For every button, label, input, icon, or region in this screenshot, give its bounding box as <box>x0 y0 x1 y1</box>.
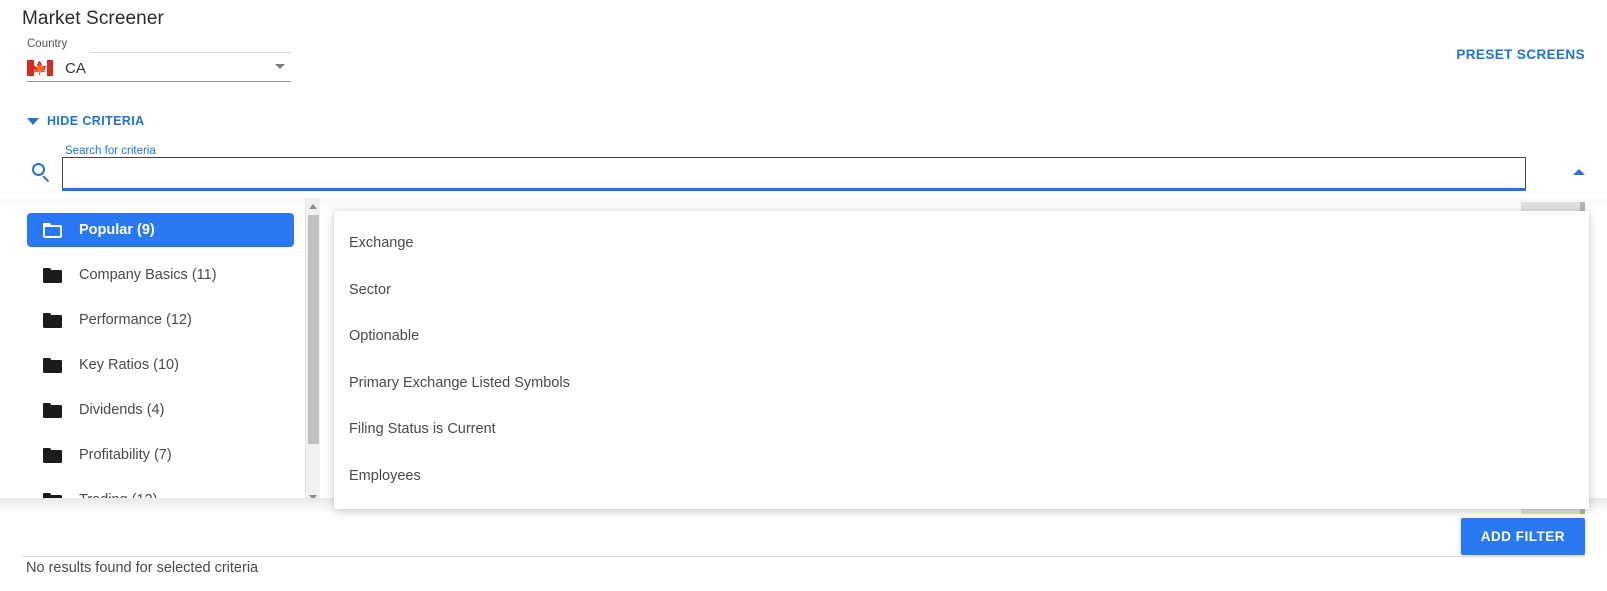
sidebar-item-key-ratios[interactable]: Key Ratios (10) <box>27 348 294 382</box>
no-results-message: No results found for selected criteria <box>26 560 259 576</box>
folder-icon <box>43 267 62 283</box>
country-top-rule <box>90 52 291 53</box>
category-label: Key Ratios (10) <box>79 357 179 373</box>
horizontal-scrollbar-top[interactable] <box>1521 202 1585 211</box>
suggestion-item-primary-exchange-listed-symbols[interactable]: Primary Exchange Listed Symbols <box>334 360 1589 407</box>
chevron-down-icon[interactable] <box>275 64 285 69</box>
sidebar-item-popular[interactable]: Popular (9) <box>27 213 294 247</box>
suggestion-item-filing-status-is-current[interactable]: Filing Status is Current <box>334 406 1589 453</box>
chevron-up-icon[interactable] <box>1573 169 1585 175</box>
country-control[interactable]: 🍁 CA <box>27 55 291 82</box>
suggestion-item-sector[interactable]: Sector <box>334 267 1589 314</box>
category-label: Profitability (7) <box>79 447 172 463</box>
scrollbar-thumb[interactable] <box>308 215 319 444</box>
folder-icon <box>43 447 62 463</box>
hide-criteria-label: HIDE CRITERIA <box>47 114 145 128</box>
footer-divider <box>22 556 1585 557</box>
hide-criteria-toggle[interactable]: HIDE CRITERIA <box>27 114 145 128</box>
category-list-scrollbar[interactable] <box>305 198 320 508</box>
search-field-label: Search for criteria <box>63 145 158 157</box>
category-label: Dividends (4) <box>79 402 165 418</box>
market-screener-page: Market Screener PRESET SCREENS Country 🍁… <box>0 0 1607 591</box>
suggestion-item-optionable[interactable]: Optionable <box>334 313 1589 360</box>
sidebar-item-company-basics[interactable]: Company Basics (11) <box>27 258 294 292</box>
category-list: Popular (9) Company Basics (11) Performa… <box>27 213 294 528</box>
criteria-suggestions-dropdown: Exchange Sector Optionable Primary Excha… <box>334 211 1589 509</box>
folder-open-icon <box>43 222 62 238</box>
country-value: CA <box>65 59 86 77</box>
folder-icon <box>43 402 62 418</box>
search-focus-underline <box>62 188 1526 191</box>
search-input[interactable] <box>63 158 1525 188</box>
category-label: Performance (12) <box>79 312 192 328</box>
suggestion-item-employees[interactable]: Employees <box>334 453 1589 500</box>
sidebar-item-dividends[interactable]: Dividends (4) <box>27 393 294 427</box>
suggestion-item-exchange[interactable]: Exchange <box>334 220 1589 267</box>
search-icon[interactable] <box>31 162 52 183</box>
folder-icon <box>43 312 62 328</box>
country-label: Country <box>27 38 68 50</box>
preset-screens-link[interactable]: PRESET SCREENS <box>1456 47 1585 62</box>
sidebar-item-performance[interactable]: Performance (12) <box>27 303 294 337</box>
category-label: Popular (9) <box>79 222 155 238</box>
chevron-down-icon <box>27 118 39 125</box>
country-select[interactable]: Country 🍁 CA <box>27 38 291 83</box>
search-input-wrapper[interactable] <box>62 157 1526 188</box>
folder-icon <box>43 357 62 373</box>
category-label: Company Basics (11) <box>79 267 217 283</box>
sidebar-item-profitability[interactable]: Profitability (7) <box>27 438 294 472</box>
scroll-up-arrow-icon[interactable] <box>309 204 317 209</box>
add-filter-button[interactable]: ADD FILTER <box>1460 518 1585 555</box>
page-title: Market Screener <box>22 8 164 29</box>
flag-ca-icon: 🍁 <box>27 60 53 76</box>
